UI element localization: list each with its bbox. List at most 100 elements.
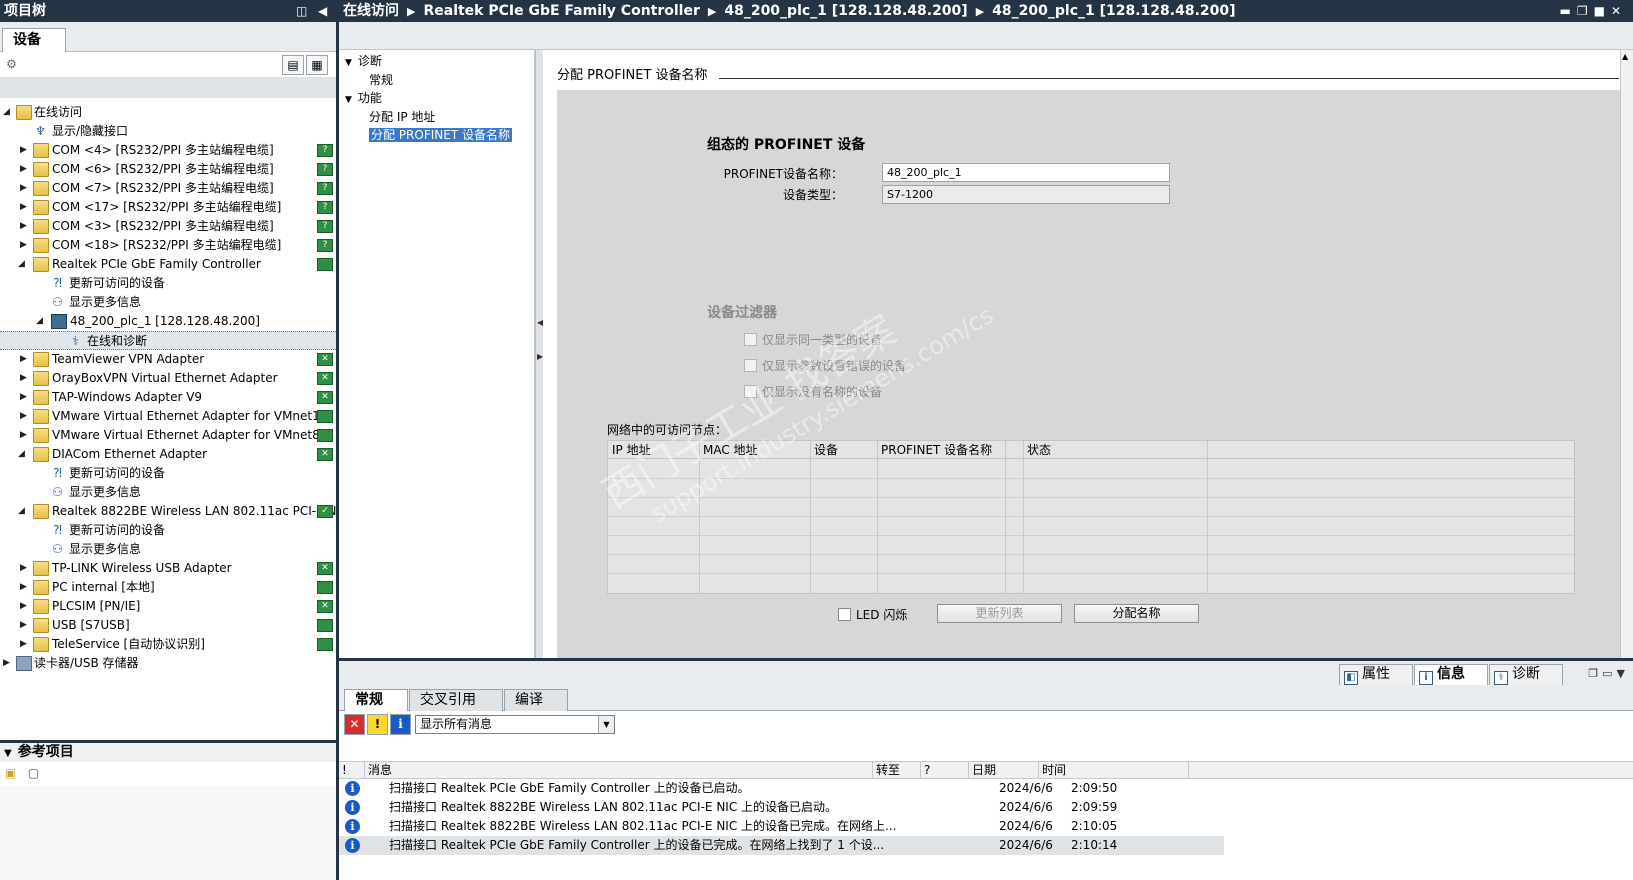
column-status[interactable]: 状态 bbox=[1027, 441, 1051, 459]
error-filter-button[interactable]: ✕ bbox=[344, 714, 365, 735]
column-ip[interactable]: IP 地址 bbox=[612, 441, 651, 459]
filter-same-type[interactable]: 仅显示同一类型的设备 bbox=[744, 331, 882, 348]
expand-arrow-icon[interactable]: ▶ bbox=[20, 160, 30, 179]
tree-item-plcsim[interactable]: ▶ PLCSIM [PN/IE] ✕ bbox=[0, 597, 336, 616]
tab-diagnostics[interactable]: ⚕ 诊断 bbox=[1489, 664, 1563, 685]
tab-cross-reference[interactable]: 交叉引用 bbox=[409, 689, 503, 711]
tree-item-toggle-interfaces[interactable]: ♆ 显示/隐藏接口 bbox=[0, 122, 336, 141]
restore-icon[interactable]: ❐ bbox=[1577, 4, 1594, 18]
column-message[interactable]: 消息 bbox=[365, 762, 873, 779]
tab-properties[interactable]: ◧ 属性 bbox=[1339, 664, 1413, 685]
nav-splitter[interactable]: ◀ ▶ bbox=[535, 50, 543, 658]
tree-item-tplink[interactable]: ▶ TP-LINK Wireless USB Adapter ✕ bbox=[0, 559, 336, 578]
float-icon[interactable]: ▭ bbox=[1602, 667, 1616, 680]
collapse-arrow-icon[interactable]: ◢ bbox=[3, 103, 13, 122]
expand-arrow-icon[interactable]: ▶ bbox=[20, 236, 30, 255]
expand-arrow-icon[interactable]: ▶ bbox=[20, 616, 30, 635]
scroll-up-icon[interactable]: ▲ bbox=[1622, 52, 1628, 61]
column-date[interactable]: 日期 bbox=[969, 762, 1039, 779]
tree-item-card-reader[interactable]: ▶ 读卡器/USB 存储器 bbox=[0, 654, 336, 673]
pin-panel-icon[interactable]: ◫ bbox=[296, 0, 307, 22]
collapse-arrow-icon[interactable]: ◢ bbox=[18, 445, 28, 464]
tree-item-tap-windows[interactable]: ▶ TAP-Windows Adapter V9 ✕ bbox=[0, 388, 336, 407]
chevron-down-icon[interactable]: ▼ bbox=[1617, 667, 1629, 680]
tree-item-vmnet1[interactable]: ▶ VMware Virtual Ethernet Adapter for VM… bbox=[0, 407, 336, 426]
collapse-arrow-icon[interactable]: ◢ bbox=[36, 312, 46, 331]
expand-arrow-icon[interactable]: ▶ bbox=[20, 426, 30, 445]
expand-arrow-icon[interactable]: ▶ bbox=[20, 141, 30, 160]
filter-checkbox[interactable] bbox=[744, 385, 757, 398]
close-icon[interactable]: ✕ bbox=[1611, 4, 1627, 18]
message-filter-select[interactable]: 显示所有消息 ▼ bbox=[415, 715, 615, 734]
expand-arrow-icon[interactable]: ▶ bbox=[20, 407, 30, 426]
expand-arrow-icon[interactable]: ▶ bbox=[20, 559, 30, 578]
message-row[interactable]: i 扫描接口 Realtek 8822BE Wireless LAN 802.1… bbox=[339, 798, 1633, 817]
overview-view-button[interactable]: ▤ bbox=[282, 55, 304, 75]
tree-item-more-info[interactable]: ⚇ 显示更多信息 bbox=[0, 483, 336, 502]
tree-item-com4[interactable]: ▶ COM <4> [RS232/PPI 多主站编程电缆] ? bbox=[0, 141, 336, 160]
properties-icon[interactable]: ⚙ bbox=[4, 57, 19, 72]
filter-no-name[interactable]: 仅显示没有名称的设备 bbox=[744, 383, 882, 400]
tree-item-pc-internal[interactable]: ▶ PC internal [本地] bbox=[0, 578, 336, 597]
tree-item-online-access[interactable]: ◢ 在线访问 bbox=[0, 103, 336, 122]
nav-item-general[interactable]: 常规 bbox=[369, 71, 393, 90]
editor-scrollbar[interactable]: ▲ bbox=[1620, 50, 1633, 658]
message-row[interactable]: i 扫描接口 Realtek PCIe GbE Family Controlle… bbox=[339, 836, 1633, 855]
tab-info[interactable]: i 信息 bbox=[1414, 664, 1488, 685]
collapse-arrow-icon[interactable]: ◢ bbox=[18, 502, 28, 521]
warning-filter-button[interactable]: ! bbox=[367, 714, 388, 735]
expand-arrow-icon[interactable]: ▶ bbox=[3, 654, 13, 673]
expand-arrow-icon[interactable]: ▶ bbox=[20, 369, 30, 388]
tree-item-com3[interactable]: ▶ COM <3> [RS232/PPI 多主站编程电缆] ? bbox=[0, 217, 336, 236]
nav-group-functions[interactable]: ▼ 功能 bbox=[345, 89, 382, 108]
info-filter-button[interactable]: i bbox=[390, 714, 411, 735]
device-name-field[interactable]: 48_200_plc_1 bbox=[882, 163, 1170, 182]
tree-item-online-diagnostics[interactable]: ⚕ 在线和诊断 bbox=[0, 331, 336, 350]
reference-projects-header[interactable]: ▼ 参考项目 bbox=[0, 740, 336, 762]
column-help[interactable]: ? bbox=[921, 762, 969, 779]
column-mac[interactable]: MAC 地址 bbox=[703, 441, 758, 459]
tree-item-com6[interactable]: ▶ COM <6> [RS232/PPI 多主站编程电缆] ? bbox=[0, 160, 336, 179]
tab-general[interactable]: 常规 bbox=[344, 689, 408, 711]
tree-item-com7[interactable]: ▶ COM <7> [RS232/PPI 多主站编程电缆] ? bbox=[0, 179, 336, 198]
add-device-button[interactable]: ▦ bbox=[306, 55, 328, 75]
expand-arrow-icon[interactable]: ▶ bbox=[20, 179, 30, 198]
restore-icon[interactable]: ❐ bbox=[1588, 667, 1602, 680]
message-row[interactable]: i 扫描接口 Realtek 8822BE Wireless LAN 802.1… bbox=[339, 817, 1633, 836]
maximize-icon[interactable]: ■ bbox=[1594, 4, 1611, 18]
tree-item-oraybox[interactable]: ▶ OrayBoxVPN Virtual Ethernet Adapter ✕ bbox=[0, 369, 336, 388]
collapse-arrow-icon[interactable]: ▼ bbox=[345, 58, 352, 68]
expand-arrow-icon[interactable]: ▶ bbox=[20, 350, 30, 369]
expand-arrow-icon[interactable]: ▶ bbox=[20, 635, 30, 654]
update-list-button[interactable]: 更新列表 bbox=[937, 604, 1062, 623]
chevron-down-icon[interactable]: ▼ bbox=[598, 716, 614, 733]
message-row[interactable]: i 扫描接口 Realtek PCIe GbE Family Controlle… bbox=[339, 779, 1633, 798]
tab-compile[interactable]: 编译 bbox=[504, 689, 568, 711]
breadcrumb-item[interactable]: 在线访问 bbox=[343, 3, 399, 19]
tree-item-more-info[interactable]: ⚇ 显示更多信息 bbox=[0, 540, 336, 559]
close-reference-project-icon[interactable]: ▢ bbox=[26, 766, 41, 781]
nav-group-diagnostics[interactable]: ▼ 诊断 bbox=[345, 52, 382, 71]
tab-devices[interactable]: 设备 bbox=[2, 28, 66, 52]
tree-item-update-devices[interactable]: ⁈ 更新可访问的设备 bbox=[0, 274, 336, 293]
collapse-panel-icon[interactable]: ◀ bbox=[318, 0, 327, 22]
tree-item-teleservice[interactable]: ▶ TeleService [自动协议识别] bbox=[0, 635, 336, 654]
column-goto[interactable]: 转至 bbox=[873, 762, 921, 779]
collapse-arrow-icon[interactable]: ▼ bbox=[4, 748, 12, 759]
collapse-arrow-icon[interactable]: ◢ bbox=[18, 255, 28, 274]
tree-item-plc[interactable]: ◢ 48_200_plc_1 [128.128.48.200] bbox=[0, 312, 336, 331]
led-flash-option[interactable]: LED 闪烁 bbox=[838, 606, 907, 623]
tree-item-com18[interactable]: ▶ COM <18> [RS232/PPI 多主站编程电缆] ? bbox=[0, 236, 336, 255]
open-reference-project-icon[interactable]: ▣ bbox=[3, 766, 18, 781]
minimize-icon[interactable]: ▬ bbox=[1559, 4, 1576, 18]
tree-item-vmnet8[interactable]: ▶ VMware Virtual Ethernet Adapter for VM… bbox=[0, 426, 336, 445]
tree-item-more-info[interactable]: ⚇ 显示更多信息 bbox=[0, 293, 336, 312]
tree-item-realtek-wlan[interactable]: ◢ Realtek 8822BE Wireless LAN 802.11ac P… bbox=[0, 502, 348, 521]
breadcrumb-item[interactable]: 48_200_plc_1 [128.128.48.200] bbox=[724, 3, 967, 19]
column-device[interactable]: 设备 bbox=[814, 441, 838, 459]
filter-checkbox[interactable] bbox=[744, 333, 757, 346]
assign-name-button[interactable]: 分配名称 bbox=[1074, 604, 1199, 623]
expand-arrow-icon[interactable]: ▶ bbox=[20, 388, 30, 407]
tree-item-update-devices[interactable]: ⁈ 更新可访问的设备 bbox=[0, 521, 336, 540]
breadcrumb-item[interactable]: Realtek PCIe GbE Family Controller bbox=[423, 3, 699, 19]
